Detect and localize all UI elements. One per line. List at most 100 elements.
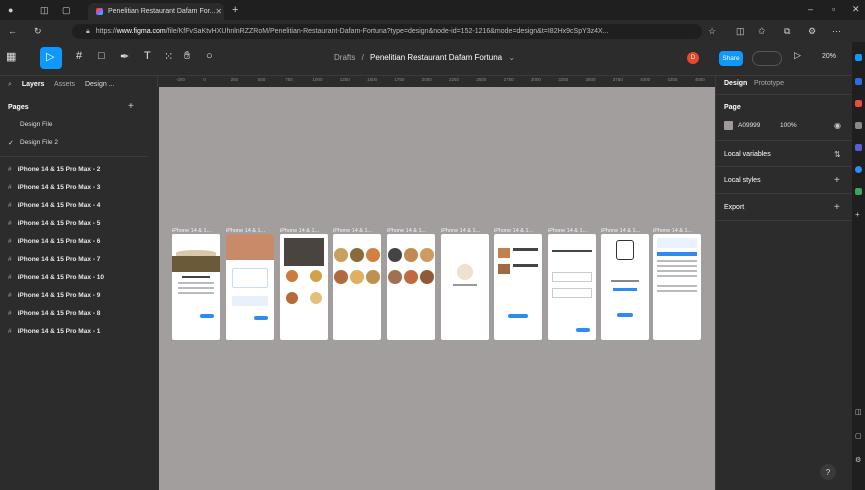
tab-prototype[interactable]: Prototype xyxy=(754,80,784,87)
sidebar-settings-icon[interactable]: ⚙ xyxy=(855,456,861,464)
split-screen-icon[interactable]: ◫ xyxy=(736,26,745,37)
phone-frame[interactable] xyxy=(387,234,435,340)
comment-tool-icon[interactable]: ○ xyxy=(206,50,213,62)
url-field[interactable]: 🔒︎ https://www.figma.com/file/KfFvSaKtvH… xyxy=(72,24,702,39)
back-icon[interactable]: ← xyxy=(8,26,17,36)
text-tool-icon[interactable]: T xyxy=(144,50,151,62)
minimize-icon[interactable]: – xyxy=(808,4,813,14)
resources-icon[interactable]: ⁙ xyxy=(164,50,173,63)
avatar[interactable]: D xyxy=(687,52,699,64)
phone-frame[interactable] xyxy=(548,234,596,340)
dev-mode-toggle[interactable] xyxy=(752,51,782,66)
search-icon[interactable]: ⌕ xyxy=(8,81,12,88)
zoom-level[interactable]: 20% xyxy=(822,53,836,60)
sidebar-app-icon[interactable] xyxy=(855,188,862,195)
sidebar-app-icon[interactable] xyxy=(855,78,862,85)
ruler-tick-label: 2750 xyxy=(503,77,514,82)
checkmark-icon: ✓ xyxy=(8,140,14,147)
tab-assets[interactable]: Assets xyxy=(54,81,75,88)
maximize-icon[interactable]: ▫ xyxy=(832,4,835,14)
favorite-star-icon[interactable]: ☆ xyxy=(708,26,716,37)
present-play-icon[interactable]: ▷ xyxy=(794,50,801,61)
page-item-design-file-2[interactable]: Design File 2 xyxy=(20,139,58,146)
phone-frame[interactable] xyxy=(441,234,489,340)
ruler-tick-label: 2000 xyxy=(421,77,432,82)
phone-frame[interactable] xyxy=(333,234,381,340)
layer-frame[interactable]: # iPhone 14 & 15 Pro Max - 3 xyxy=(8,184,100,191)
ruler-tick-label: 4250 xyxy=(667,77,678,82)
page-opacity-value[interactable]: 100% xyxy=(780,122,797,129)
tab-design[interactable]: Design xyxy=(724,80,747,87)
layer-frame[interactable]: # iPhone 14 & 15 Pro Max - 9 xyxy=(8,292,100,299)
sidebar-app-icon[interactable] xyxy=(855,166,862,173)
breadcrumb-drafts[interactable]: Drafts xyxy=(334,53,355,62)
add-export-icon[interactable]: + xyxy=(834,202,840,213)
layer-label: iPhone 14 & 15 Pro Max - 1 xyxy=(17,328,101,335)
layer-frame[interactable]: # iPhone 14 & 15 Pro Max - 7 xyxy=(8,256,100,263)
close-tab-icon[interactable]: ✕ xyxy=(215,7,222,16)
horizontal-ruler xyxy=(159,76,715,87)
figma-main-menu-icon[interactable]: ▦ xyxy=(6,50,16,63)
page-color-swatch[interactable] xyxy=(724,121,733,130)
variables-settings-icon[interactable]: ⇅ xyxy=(834,150,841,159)
layer-frame[interactable]: # iPhone 14 & 15 Pro Max - 6 xyxy=(8,238,100,245)
frame-icon: # xyxy=(8,238,12,245)
copilot-icon[interactable] xyxy=(855,54,862,61)
layer-frame[interactable]: # iPhone 14 & 15 Pro Max - 1 xyxy=(8,328,100,335)
url-host: www.figma.com xyxy=(116,28,166,35)
chevron-down-icon[interactable]: ⌄ xyxy=(508,53,515,62)
hand-tool-icon[interactable]: ✋︎ xyxy=(184,50,190,63)
local-variables-label[interactable]: Local variables xyxy=(724,151,771,158)
phone-frame[interactable] xyxy=(226,234,274,340)
shape-tool-icon[interactable]: □ xyxy=(98,50,105,62)
frame-tool-icon[interactable]: # xyxy=(76,50,82,62)
ruler-tick-label: 1500 xyxy=(367,77,378,82)
sidebar-layout-icon[interactable]: ◫ xyxy=(855,408,862,416)
window-close-icon[interactable]: ✕ xyxy=(852,4,860,15)
phone-frame[interactable] xyxy=(601,234,649,340)
sidebar-app-icon[interactable] xyxy=(855,100,862,107)
add-style-icon[interactable]: + xyxy=(834,175,840,186)
add-sidebar-app-icon[interactable]: + xyxy=(855,210,860,219)
move-cursor-icon: ▷ xyxy=(46,51,55,63)
layer-frame[interactable]: # iPhone 14 & 15 Pro Max - 2 xyxy=(8,166,100,173)
layer-frame[interactable]: # iPhone 14 & 15 Pro Max - 8 xyxy=(8,310,100,317)
collections-icon[interactable]: ⧉ xyxy=(784,26,790,37)
profile-icon[interactable]: ● xyxy=(8,5,13,15)
sidebar-window-icon[interactable]: ▢ xyxy=(855,432,862,440)
file-breadcrumb[interactable]: Drafts / Penelitian Restaurant Dafam For… xyxy=(334,53,515,62)
layer-frame[interactable]: # iPhone 14 & 15 Pro Max - 5 xyxy=(8,220,100,227)
frame-icon: # xyxy=(8,184,12,191)
pen-tool-icon[interactable]: ✒ xyxy=(120,50,129,63)
layer-frame[interactable]: # iPhone 14 & 15 Pro Max - 4 xyxy=(8,202,100,209)
favorites-icon[interactable]: ✩ xyxy=(758,26,766,37)
tab-actions-icon[interactable]: ◫ xyxy=(40,5,49,16)
page-item-design-file[interactable]: Design File xyxy=(20,121,53,128)
phone-frame[interactable] xyxy=(172,234,220,340)
sidebar-app-icon[interactable] xyxy=(855,122,862,129)
frame-icon: # xyxy=(8,292,12,299)
ruler-tick-label: 3250 xyxy=(558,77,569,82)
help-button[interactable]: ? xyxy=(820,464,836,480)
browser-tab[interactable]: Penelitian Restaurant Dafam For... ✕ xyxy=(88,3,224,20)
phone-frame[interactable] xyxy=(653,234,701,340)
share-button[interactable]: Share xyxy=(719,51,743,66)
frame-icon: # xyxy=(8,328,12,335)
new-tab-icon[interactable]: + xyxy=(232,4,238,16)
frame-icon: # xyxy=(8,166,12,173)
extensions-icon[interactable]: ⚙ xyxy=(808,26,816,37)
tab-group-icon[interactable]: ▢ xyxy=(62,5,71,16)
more-menu-icon[interactable]: ⋯ xyxy=(832,26,841,37)
eye-icon[interactable]: ◉ xyxy=(834,121,841,130)
phone-frame[interactable] xyxy=(280,234,328,340)
sidebar-app-icon[interactable] xyxy=(855,144,862,151)
reload-icon[interactable]: ↻ xyxy=(34,26,42,37)
file-name[interactable]: Penelitian Restaurant Dafam Fortuna xyxy=(370,53,502,62)
tab-layers[interactable]: Layers xyxy=(22,81,45,88)
add-page-icon[interactable]: + xyxy=(128,101,134,112)
layer-label: iPhone 14 & 15 Pro Max - 4 xyxy=(17,202,101,209)
phone-frame[interactable] xyxy=(494,234,542,340)
layer-frame[interactable]: # iPhone 14 & 15 Pro Max - 10 xyxy=(8,274,104,281)
tab-design-library[interactable]: Design ... xyxy=(85,81,115,88)
page-color-value[interactable]: A09999 xyxy=(738,122,760,129)
